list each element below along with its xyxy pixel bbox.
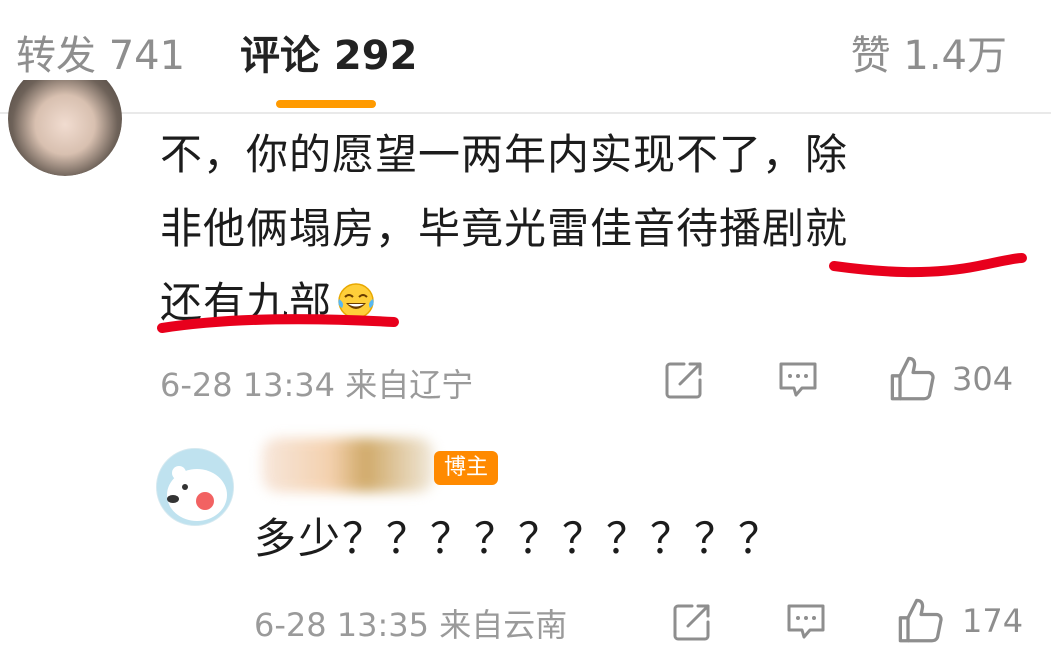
username-redacted[interactable] — [262, 438, 434, 492]
comment-meta: 6-28 13:34 来自辽宁 — [160, 366, 474, 404]
comment-line-2: 非他俩塌房，毕竟光雷佳音待播剧就 — [160, 204, 849, 253]
thumbs-up-icon[interactable] — [896, 596, 944, 644]
comment-line-3-text: 还有九部 — [160, 278, 333, 327]
reply-icon[interactable] — [776, 358, 820, 402]
tab-likes[interactable]: 赞 1.4万 — [851, 28, 1007, 84]
tab-comments[interactable]: 评论 292 — [240, 28, 417, 84]
author-badge: 博主 — [434, 451, 499, 485]
comment-line-3: 还有九部 — [160, 266, 1040, 340]
like-count: 304 — [952, 360, 1014, 398]
laughing-tears-icon — [338, 283, 374, 319]
tab-repost[interactable]: 转发 741 — [16, 28, 185, 84]
reply-icon[interactable] — [784, 600, 828, 644]
avatar[interactable] — [8, 80, 122, 176]
avatar[interactable] — [156, 448, 234, 526]
share-icon[interactable] — [662, 358, 706, 402]
comment-line-1: 不，你的愿望一两年内实现不了，除 — [160, 130, 849, 179]
like-count: 174 — [962, 602, 1024, 640]
comment-text: 不，你的愿望一两年内实现不了，除 非他俩塌房，毕竟光雷佳音待播剧就 还有九部 — [160, 118, 1040, 340]
share-icon[interactable] — [670, 600, 714, 644]
reply-meta: 6-28 13:35 来自云南 — [254, 606, 568, 644]
tab-bar: 转发 741 评论 292 赞 1.4万 — [0, 0, 1051, 114]
polar-bear-avatar-icon — [157, 449, 233, 525]
active-tab-indicator — [276, 100, 376, 108]
thumbs-up-icon[interactable] — [888, 354, 936, 402]
reply-text: 多少？？？？？？？？？？ — [254, 514, 783, 563]
avatar-photo — [8, 80, 122, 176]
